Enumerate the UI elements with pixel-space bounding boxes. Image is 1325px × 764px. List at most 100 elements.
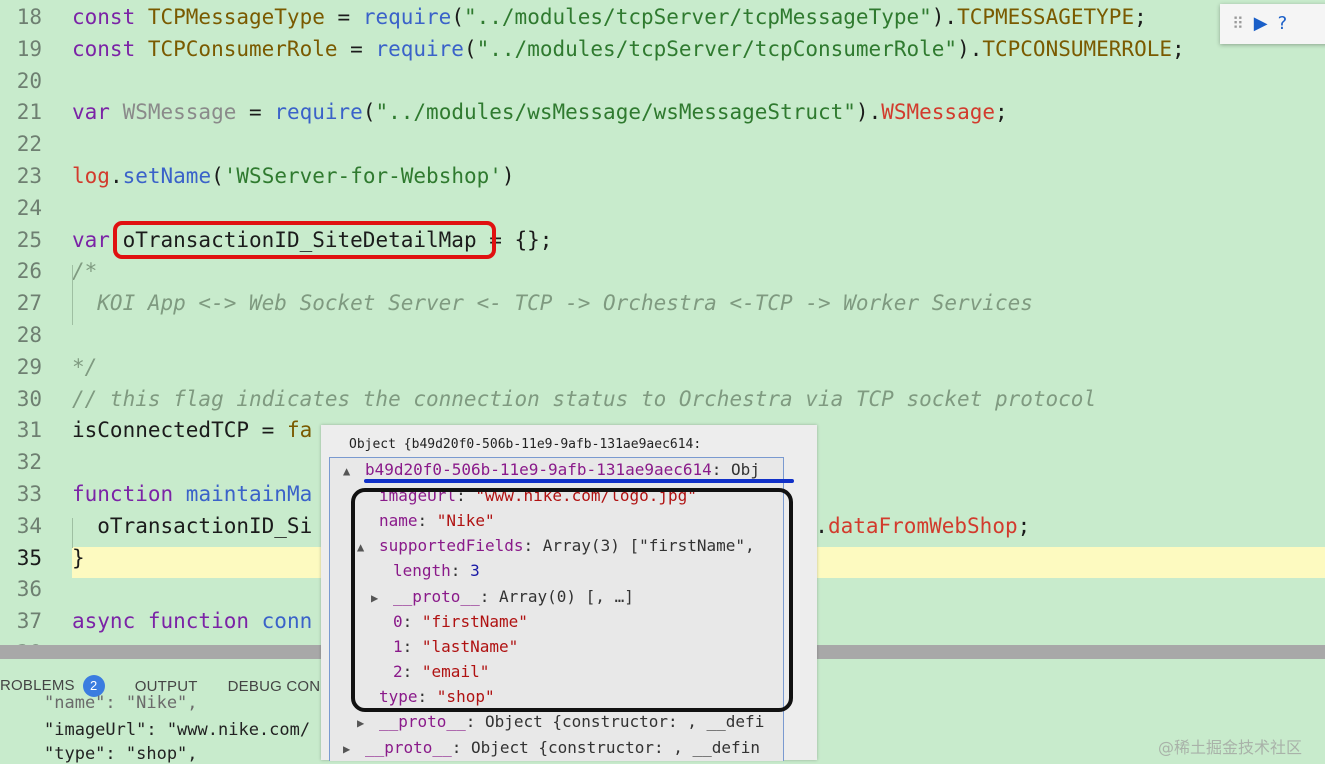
object-tree-row[interactable]: ▶ __proto__: Object {constructor: , __def… xyxy=(357,709,764,736)
code-line: 29 */ xyxy=(0,351,1325,383)
code-text-tail: ON.dataFromWebShop; xyxy=(790,510,1030,542)
code-line: 18 const TCPMessageType = require("../mod… xyxy=(0,1,1325,33)
console-line: "imageUrl": "www.nike.com/ xyxy=(44,720,311,740)
code-token: oTransactionID_Si xyxy=(72,513,313,538)
console-line: "type": "shop", xyxy=(44,744,198,764)
step-over-icon[interactable]: ? xyxy=(1278,14,1288,34)
code-token: function xyxy=(72,482,186,506)
code-token: . xyxy=(815,513,828,538)
code-text: function maintainMa xyxy=(72,478,312,510)
line-number: 33 xyxy=(16,482,42,506)
code-token: conn xyxy=(261,609,313,634)
code-token: fa xyxy=(286,418,313,443)
code-token: = xyxy=(324,5,363,29)
console-line: "name": "Nike", xyxy=(44,693,198,713)
line-number: 29 xyxy=(16,354,42,379)
code-line: 22 xyxy=(0,128,1325,160)
tree-token: __proto__ xyxy=(379,712,466,731)
code-token: isConnectedTCP = xyxy=(72,418,287,443)
code-token: const xyxy=(72,36,148,61)
tree-token: __proto__ xyxy=(365,738,452,757)
code-text: /* xyxy=(72,255,97,287)
expand-arrow-icon[interactable]: ▶ xyxy=(357,711,379,736)
code-text: const TCPMessageType = require("../modul… xyxy=(72,1,1147,33)
expand-arrow-icon[interactable]: ▲ xyxy=(343,459,365,484)
code-text: */ xyxy=(72,351,97,383)
highlight-annotation-red xyxy=(113,221,496,259)
code-line: 19 const TCPConsumerRole = require("../mo… xyxy=(0,33,1325,65)
object-tree-row[interactable]: ▶ __proto__: Object {constructor: , __def… xyxy=(343,735,760,762)
code-token: = xyxy=(337,36,376,61)
code-token: } xyxy=(72,545,85,570)
code-token: WSMessage xyxy=(881,100,996,125)
tab-output[interactable]: OUTPUT xyxy=(135,678,198,695)
tree-token: : Object {constructor: , __defin xyxy=(451,738,760,757)
line-number: 35 xyxy=(16,545,42,570)
tab-problems-label: ROBLEMS xyxy=(0,677,75,694)
code-token: TCPConsumerRole xyxy=(147,36,338,61)
line-number: 20 xyxy=(16,68,42,93)
drag-grip-icon[interactable]: ⠿ xyxy=(1232,14,1244,34)
code-token: 'WSServer-for-Webshop' xyxy=(223,164,502,188)
expand-arrow-icon[interactable]: ▶ xyxy=(343,737,365,762)
code-token: require xyxy=(375,36,464,61)
code-token: ). xyxy=(957,36,983,61)
code-text: async function conn xyxy=(72,605,312,637)
code-token: ) xyxy=(501,164,515,188)
code-token: require xyxy=(274,100,363,125)
code-token: = xyxy=(236,100,275,125)
code-token: log xyxy=(72,164,110,188)
code-text: const TCPConsumerRole = require("../modu… xyxy=(72,33,1185,65)
line-number: 28 xyxy=(16,323,42,347)
code-text: oTransactionID_Si xyxy=(72,510,312,542)
indent-guide xyxy=(72,265,73,325)
tree-token: : Object {constructor: , __defi xyxy=(465,712,765,731)
code-line: 30 // this flag indicates the connection … xyxy=(0,383,1325,415)
continue-icon[interactable]: ▶ xyxy=(1254,14,1268,34)
debug-toolbar: ⠿ ▶ ? xyxy=(1220,4,1325,44)
line-number: 37 xyxy=(16,609,42,634)
line-number: 22 xyxy=(16,132,42,157)
line-number: 32 xyxy=(16,450,42,475)
code-token: ). xyxy=(931,5,958,29)
code-token: var xyxy=(72,100,123,125)
code-text: log.setName('WSServer-for-Webshop') xyxy=(72,160,515,192)
line-number: 31 xyxy=(16,418,42,443)
line-number: 19 xyxy=(16,36,42,61)
code-token: TCPCONSUMERROLE xyxy=(982,36,1173,61)
code-text: // this flag indicates the connection st… xyxy=(72,383,1096,415)
popup-header: Object {b49d20f0-506b-11e9-9afb-131ae9ae… xyxy=(349,437,702,452)
code-line: 28 xyxy=(0,319,1325,351)
code-token: ; xyxy=(1134,5,1147,29)
code-text: } xyxy=(72,542,85,574)
code-text: KOI App <-> Web Socket Server <- TCP -> … xyxy=(72,287,1033,319)
line-number: 30 xyxy=(16,386,42,411)
code-token: . xyxy=(109,164,123,188)
code-token: WSMessage xyxy=(122,100,237,125)
code-token: ( xyxy=(211,164,224,188)
code-token: TCPMESSAGETYPE xyxy=(957,5,1135,29)
code-text: isConnectedTCP = fa xyxy=(72,414,312,446)
tree-token: : Obj xyxy=(711,460,760,479)
code-line: 23 log.setName('WSServer-for-Webshop') xyxy=(0,160,1325,192)
code-token: KOI App <-> Web Socket Server <- TCP -> … xyxy=(72,291,1033,316)
line-number: 21 xyxy=(16,100,42,125)
code-line: 24 xyxy=(0,192,1325,224)
code-token: ; xyxy=(1017,513,1031,538)
highlight-annotation-black xyxy=(351,488,793,712)
line-number: 27 xyxy=(16,291,42,316)
code-token: ; xyxy=(995,100,1008,125)
code-token: setName xyxy=(122,164,212,188)
highlight-underline-blue xyxy=(364,479,794,483)
code-token: ( xyxy=(362,100,376,125)
line-number: 24 xyxy=(16,195,42,220)
code-token: // this flag indicates the connection st… xyxy=(72,386,1097,411)
code-text: var WSMessage = require("../modules/wsMe… xyxy=(72,96,1008,128)
code-token: ). xyxy=(855,100,882,125)
indent-guide xyxy=(72,518,73,548)
code-token: "../modules/tcpServer/tcpMessageType" xyxy=(463,5,932,29)
code-line: 20 xyxy=(0,65,1325,97)
code-token: async function xyxy=(72,609,262,634)
code-token: */ xyxy=(72,354,98,379)
code-token: maintainMa xyxy=(185,482,313,506)
